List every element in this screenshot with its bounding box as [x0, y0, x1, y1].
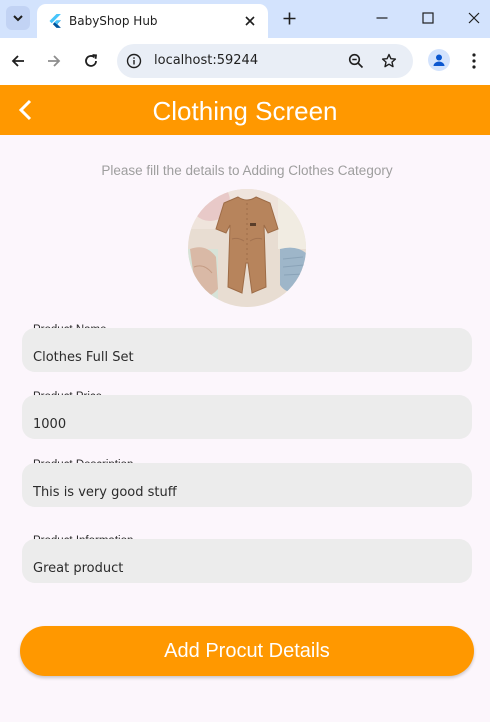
tab-search-button[interactable] [6, 6, 30, 30]
add-product-details-button[interactable]: Add Procut Details [20, 626, 474, 676]
product-name-input[interactable] [22, 328, 472, 372]
baby-clothes-photo [188, 189, 306, 307]
close-window-button[interactable] [461, 6, 487, 30]
tab-title: BabyShop Hub [69, 14, 158, 28]
url-text[interactable]: localhost:59244 [154, 53, 258, 68]
reload-button[interactable] [79, 49, 103, 73]
chevron-down-icon [13, 15, 23, 22]
product-image[interactable] [188, 189, 306, 307]
maximize-icon [422, 12, 434, 24]
close-icon [245, 16, 255, 26]
app-bar: Clothing Screen [0, 85, 490, 135]
plus-icon [283, 12, 295, 24]
address-bar[interactable]: localhost:59244 [117, 44, 413, 78]
reload-icon [85, 54, 97, 67]
browser-tab[interactable]: BabyShop Hub [37, 4, 268, 38]
close-window-icon [468, 12, 480, 24]
browser-toolbar: localhost:59244 [0, 38, 490, 85]
product-description-input[interactable] [22, 463, 472, 507]
minimize-icon [376, 17, 388, 19]
zoom-icon [348, 53, 364, 69]
product-price-input[interactable] [22, 395, 472, 439]
kebab-menu-icon [472, 53, 476, 69]
new-tab-button[interactable] [278, 7, 300, 29]
site-info-button[interactable] [122, 49, 146, 73]
browser-tab-bar: BabyShop Hub [0, 0, 490, 38]
page-title: Clothing Screen [152, 96, 338, 126]
product-information-input[interactable] [22, 539, 472, 583]
browser-menu-button[interactable] [464, 49, 484, 73]
bookmark-button[interactable] [377, 49, 401, 73]
maximize-button[interactable] [415, 6, 441, 30]
flutter-favicon-icon [49, 14, 61, 28]
forward-arrow-icon [48, 55, 61, 67]
profile-icon [433, 54, 445, 66]
minimize-button[interactable] [369, 6, 395, 30]
back-nav-button[interactable] [6, 49, 30, 73]
profile-button[interactable] [428, 49, 450, 71]
forward-nav-button[interactable] [42, 49, 66, 73]
back-arrow-icon [11, 55, 24, 67]
site-info-icon [126, 53, 142, 69]
form-subtitle: Please fill the details to Adding Clothe… [101, 163, 393, 178]
zoom-button[interactable] [344, 49, 368, 73]
star-icon [381, 53, 397, 68]
tab-close-button[interactable] [240, 11, 260, 31]
